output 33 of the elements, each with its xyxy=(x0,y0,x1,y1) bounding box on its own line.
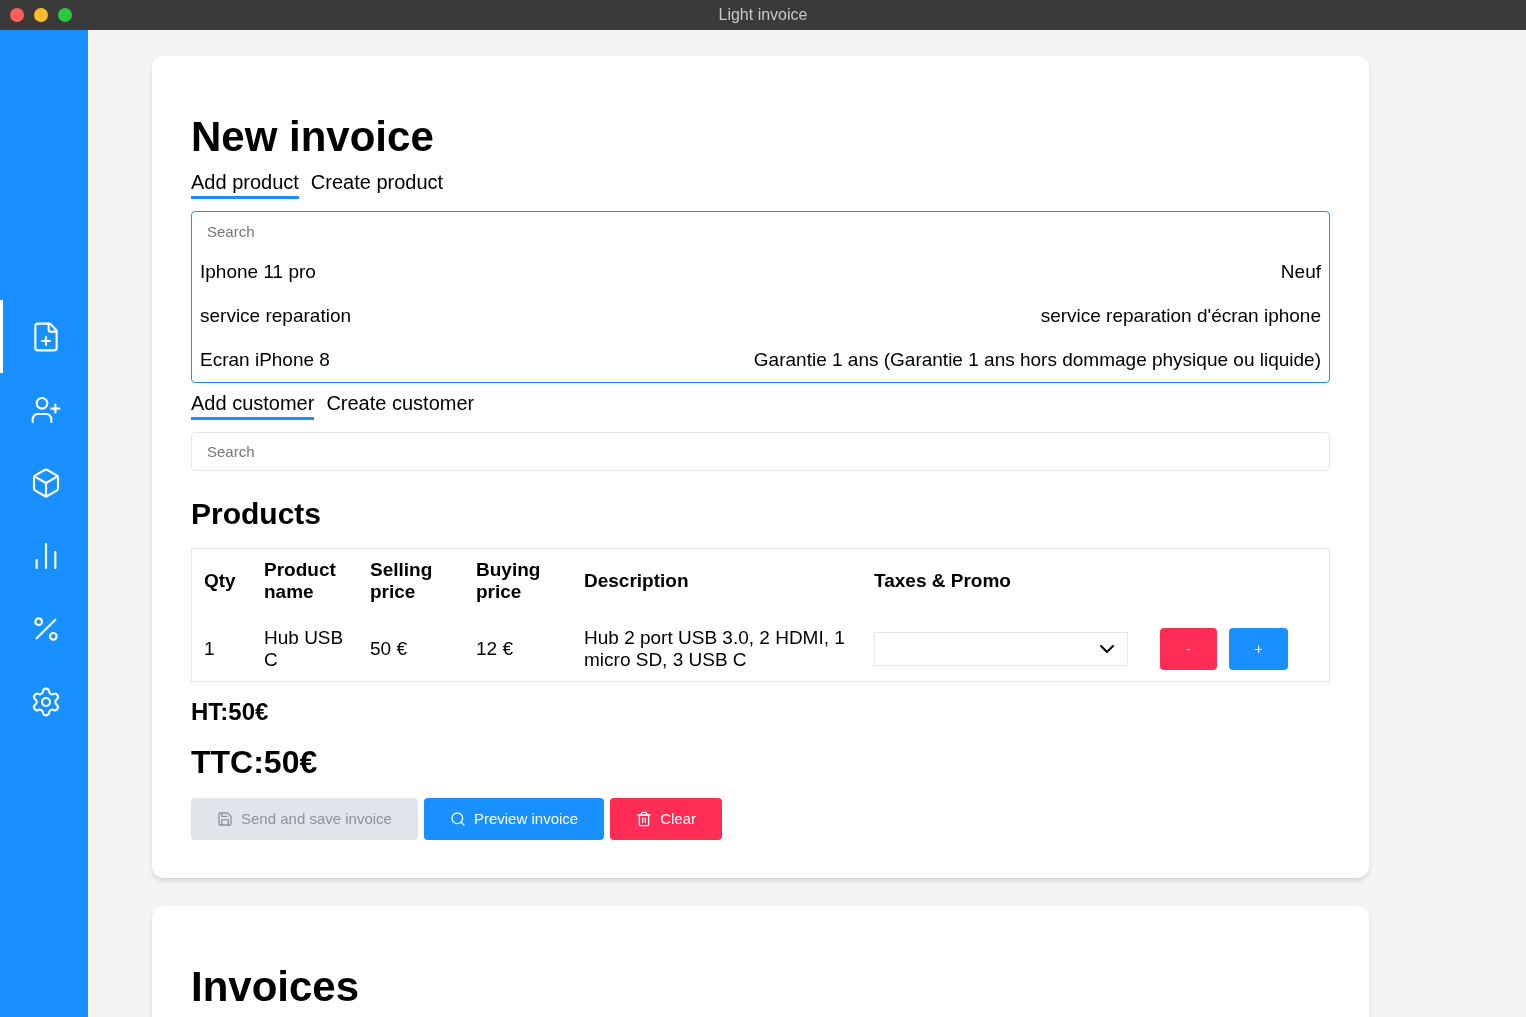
customer-search-field[interactable]: Search xyxy=(191,432,1330,471)
search-icon xyxy=(449,811,466,827)
page-title: New invoice xyxy=(191,112,435,162)
product-option[interactable]: Ecran iPhone 8 Garantie 1 ans (Garantie 1 ans hors dommage physique ou liquide) xyxy=(192,338,1329,382)
minimize-icon[interactable] xyxy=(34,8,48,22)
total-ht: HT:50€ xyxy=(191,697,270,727)
tab[interactable]: Create customer xyxy=(326,391,475,420)
tab[interactable]: Add customer xyxy=(191,391,315,420)
column-header: Taxes & Promo xyxy=(874,570,1012,592)
remove-button[interactable]: - xyxy=(1160,628,1217,670)
product-option[interactable]: Iphone 11 pro Neuf xyxy=(192,250,1329,294)
table-cell-text: Hub USB C xyxy=(264,627,345,671)
maximize-icon[interactable] xyxy=(58,8,72,22)
product-option[interactable]: service reparation service reparation d'écran iphone xyxy=(192,294,1329,338)
close-icon[interactable] xyxy=(10,8,24,22)
column-header: Buying price xyxy=(476,559,542,603)
search-field[interactable]: Search xyxy=(192,212,1329,250)
clear-button[interactable]: Clear xyxy=(610,798,722,840)
table-cell-text: 50 € xyxy=(370,638,408,660)
section-title: Products xyxy=(191,496,323,532)
trash-icon xyxy=(636,811,653,827)
table-cell-text: Hub 2 port USB 3.0, 2 HDMI, 1 micro SD, 3 USB C xyxy=(584,627,846,671)
column-header: Description xyxy=(584,570,690,592)
column-header: Product name xyxy=(264,559,337,603)
table-cell-text: 1 xyxy=(204,638,216,660)
window-title: Light invoice xyxy=(718,5,808,25)
total-ttc: TTC:50€ xyxy=(191,743,319,782)
column-header: Qty xyxy=(204,570,237,592)
tab[interactable]: Add product xyxy=(191,170,299,199)
tab[interactable]: Create product xyxy=(310,170,444,199)
table-cell-text: 12 € xyxy=(476,638,514,660)
section-title: Invoices xyxy=(191,962,361,1012)
column-header: Selling price xyxy=(370,559,434,603)
